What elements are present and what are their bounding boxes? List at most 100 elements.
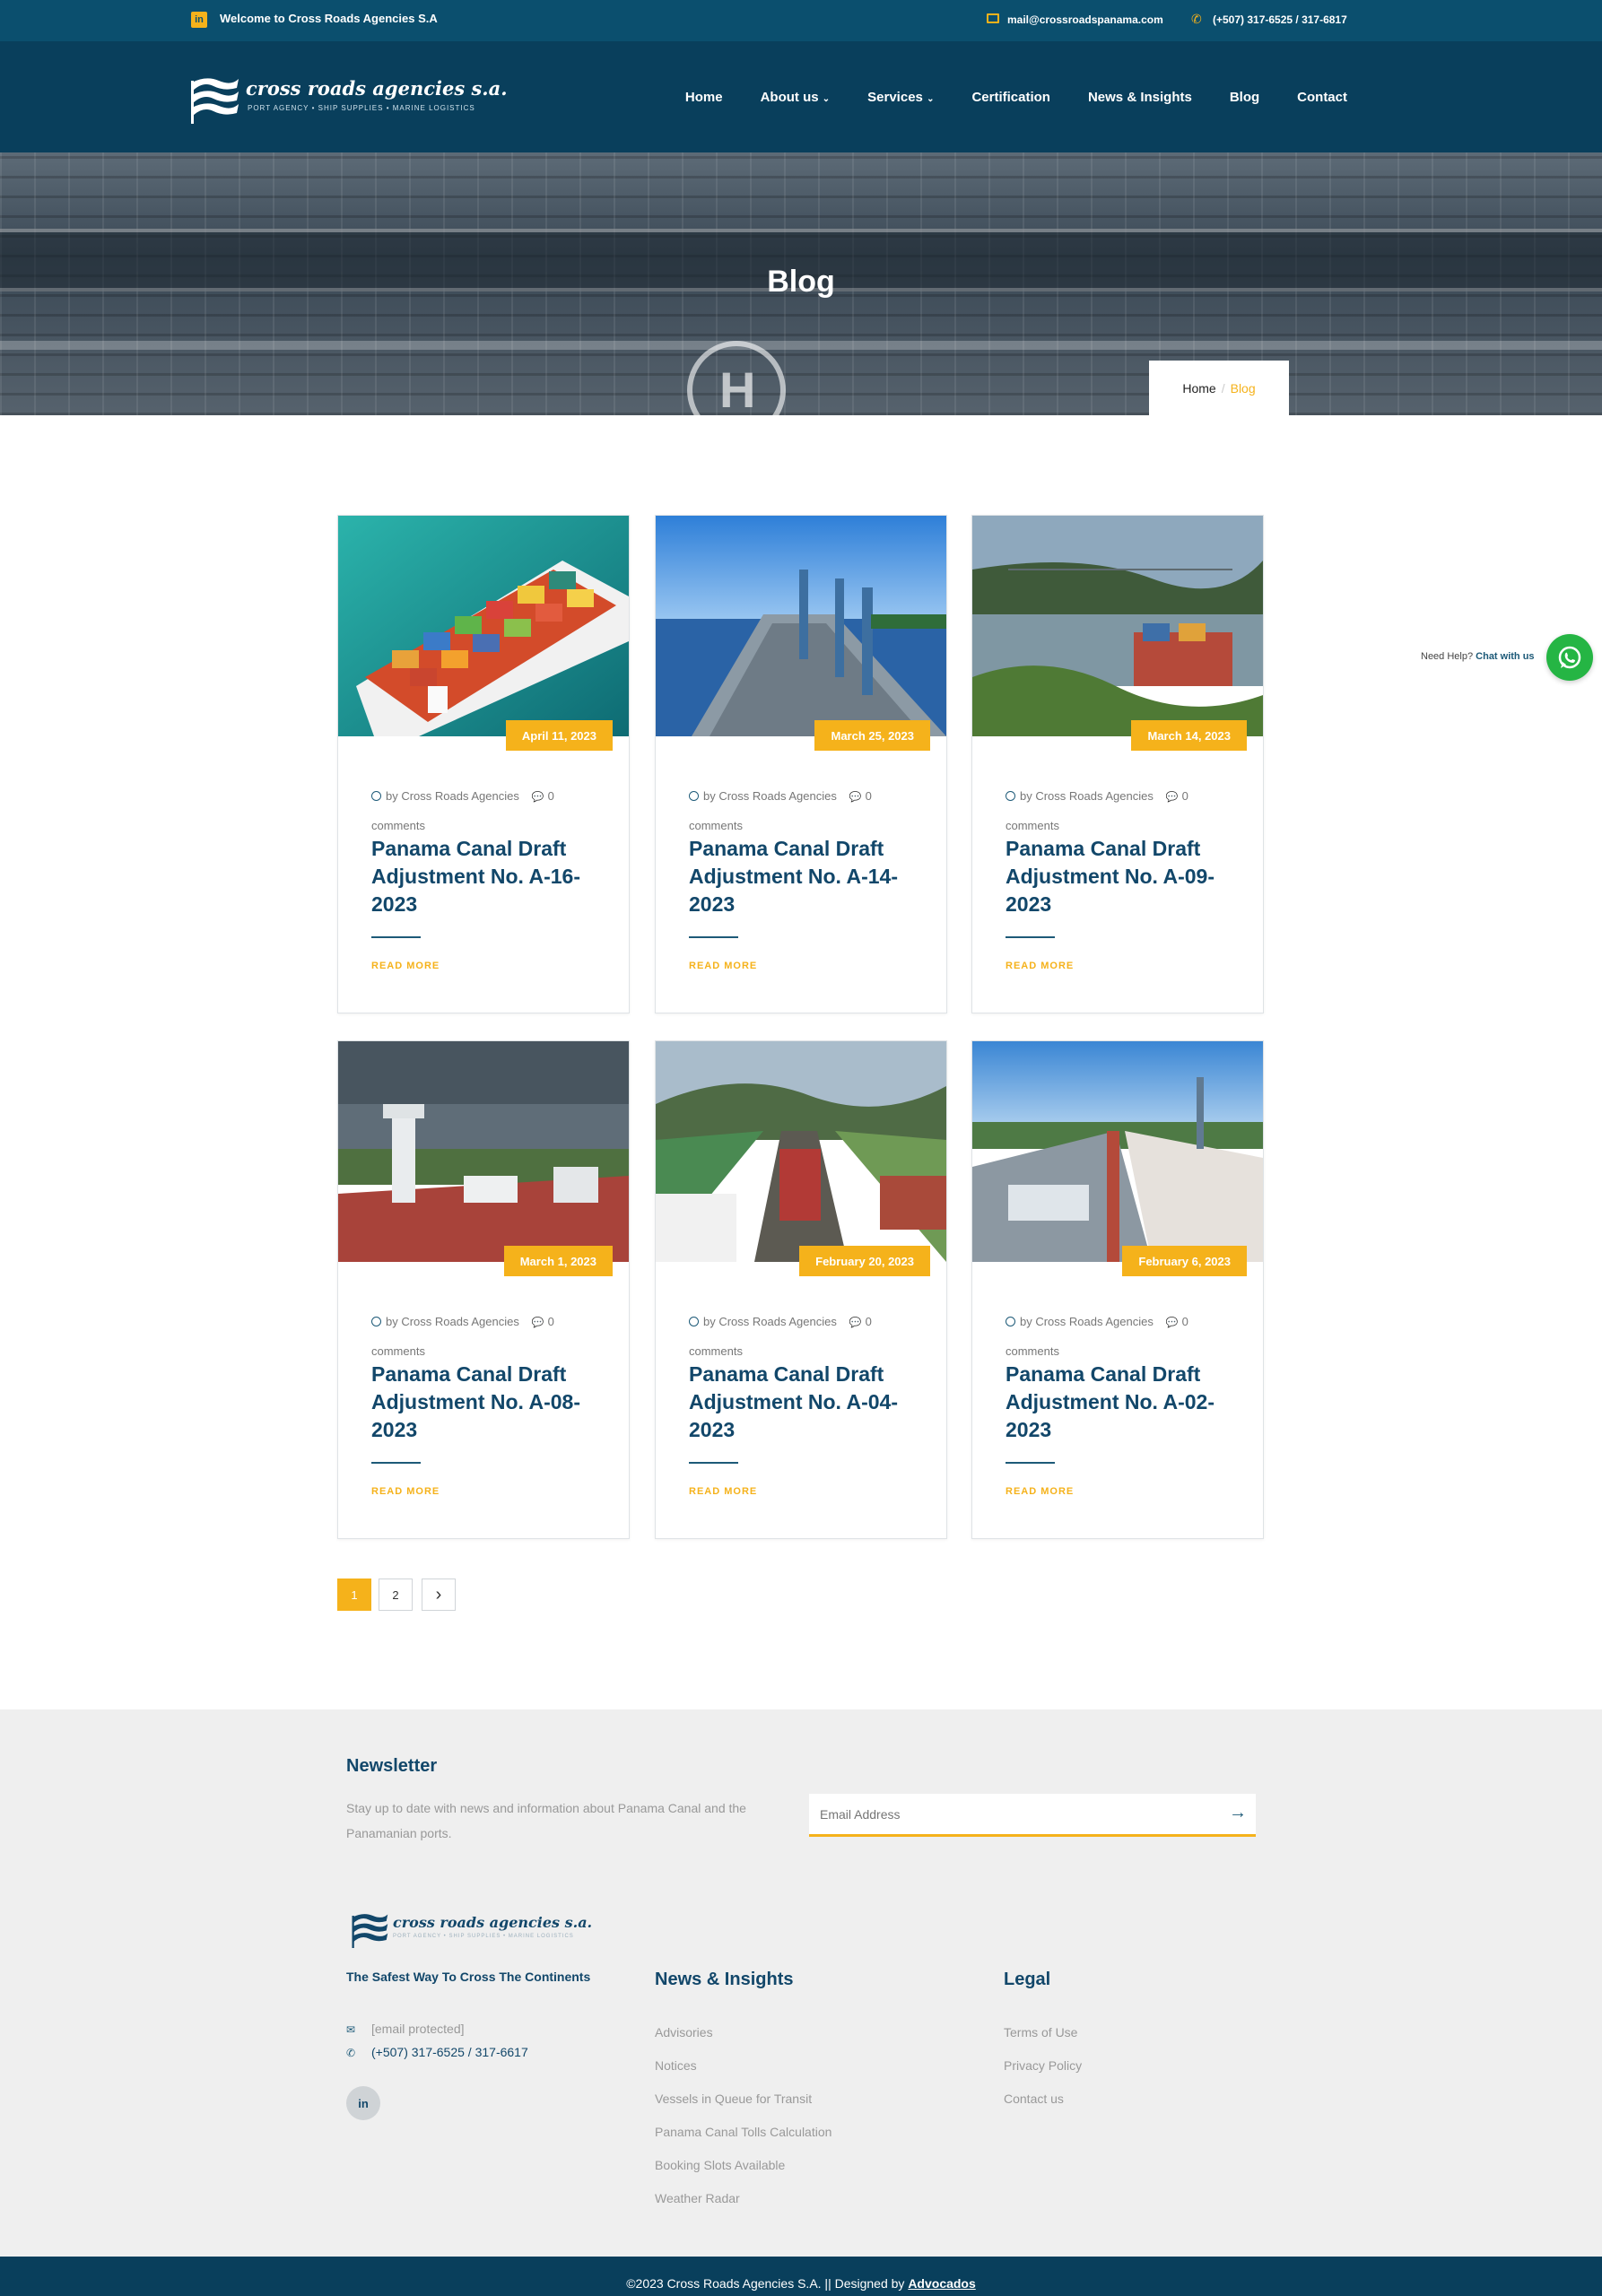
post-comments-label[interactable]: comments: [371, 1344, 425, 1358]
nav-about-us[interactable]: About us ⌄: [761, 90, 831, 105]
footer-link-notices[interactable]: Notices: [655, 2058, 697, 2073]
post-comments-label[interactable]: comments: [1006, 819, 1059, 832]
post-meta: by Cross Roads Agencies 💬 0 comments: [371, 782, 605, 839]
newsletter-title: Newsletter: [346, 1756, 438, 1776]
whatsapp-chat-button[interactable]: [1546, 634, 1593, 681]
post-image[interactable]: [656, 1041, 946, 1262]
nav-blog-label: Blog: [1229, 90, 1260, 105]
post-comments-label[interactable]: comments: [371, 819, 425, 832]
post-comment-count: 0: [865, 1315, 872, 1328]
post-date-badge: March 1, 2023: [503, 1246, 613, 1276]
read-more-link[interactable]: READ MORE: [689, 961, 757, 971]
topbar-email-link[interactable]: mail@crossroadspanama.com: [1007, 13, 1163, 26]
read-more-link[interactable]: READ MORE: [371, 961, 440, 971]
nav-news-insights[interactable]: News & Insights: [1088, 90, 1192, 105]
post-title[interactable]: Panama Canal Draft Adjustment No. A-14-2…: [689, 835, 922, 918]
footer-link-terms[interactable]: Terms of Use: [1004, 2025, 1077, 2039]
post-comments-label[interactable]: comments: [689, 1344, 743, 1358]
post-title[interactable]: Panama Canal Draft Adjustment No. A-08-2…: [371, 1361, 605, 1444]
nav-home[interactable]: Home: [685, 90, 723, 105]
read-more-link[interactable]: READ MORE: [1006, 1486, 1074, 1497]
ship-deck-decoration: [0, 341, 1602, 350]
blog-post-card[interactable]: February 20, 2023 by Cross Roads Agencie…: [655, 1040, 947, 1539]
pagination-page-1[interactable]: 1: [337, 1578, 371, 1611]
nav-home-label: Home: [684, 90, 723, 105]
footer-logo-tagline: PORT AGENCY • SHIP SUPPLIES • MARINE LOG…: [393, 1934, 574, 1939]
footer-link-privacy[interactable]: Privacy Policy: [1004, 2058, 1082, 2073]
footer-link-tolls[interactable]: Panama Canal Tolls Calculation: [655, 2125, 831, 2139]
post-title[interactable]: Panama Canal Draft Adjustment No. A-09-2…: [1006, 835, 1239, 918]
post-image[interactable]: [972, 516, 1263, 736]
user-icon: [371, 791, 381, 801]
post-author[interactable]: by Cross Roads Agencies: [703, 789, 837, 803]
mail-icon: ✉: [346, 2023, 356, 2036]
nav-certification-label: Certification: [971, 90, 1050, 105]
footer-link-advisories[interactable]: Advisories: [655, 2025, 713, 2039]
blog-post-card[interactable]: February 6, 2023 by Cross Roads Agencies…: [971, 1040, 1264, 1539]
nav-contact[interactable]: Contact: [1297, 90, 1347, 105]
blog-post-card[interactable]: March 14, 2023 by Cross Roads Agencies 💬 0…: [971, 515, 1264, 1013]
post-author[interactable]: by Cross Roads Agencies: [386, 1315, 519, 1328]
post-author[interactable]: by Cross Roads Agencies: [1020, 789, 1154, 803]
page-hero: H Blog: [0, 152, 1602, 415]
breadcrumb: Home / Blog: [1149, 361, 1289, 415]
footer-link-weather-radar[interactable]: Weather Radar: [655, 2191, 740, 2205]
post-meta: by Cross Roads Agencies 💬 0 comments: [1006, 782, 1239, 839]
linkedin-icon[interactable]: in: [346, 2086, 380, 2120]
mail-icon: [987, 13, 999, 23]
read-more-link[interactable]: READ MORE: [1006, 961, 1074, 971]
post-date-badge: March 25, 2023: [814, 720, 930, 751]
read-more-link[interactable]: READ MORE: [371, 1486, 440, 1497]
pagination-page-2[interactable]: 2: [379, 1578, 413, 1611]
logo-name: cross roads agencies s.a.: [246, 77, 508, 100]
site-logo[interactable]: cross roads agencies s.a. PORT AGENCY • …: [188, 74, 508, 126]
comments-icon: 💬: [531, 792, 544, 803]
post-comments-label[interactable]: comments: [689, 819, 743, 832]
post-title[interactable]: Panama Canal Draft Adjustment No. A-04-2…: [689, 1361, 922, 1444]
welcome-text: Welcome to Cross Roads Agencies S.A: [220, 12, 438, 25]
chevron-down-icon: ⌄: [927, 94, 935, 104]
footer-logo[interactable]: cross roads agencies s.a. PORT AGENCY • …: [350, 1910, 592, 1950]
footer-link-vessels-queue[interactable]: Vessels in Queue for Transit: [655, 2092, 812, 2106]
post-author[interactable]: by Cross Roads Agencies: [703, 1315, 837, 1328]
post-image[interactable]: [656, 516, 946, 736]
footer-phone[interactable]: ✆ (+507) 317-6525 / 317-6617: [346, 2045, 528, 2059]
post-image[interactable]: [972, 1041, 1263, 1262]
post-title[interactable]: Panama Canal Draft Adjustment No. A-16-2…: [371, 835, 605, 918]
breadcrumb-current: Blog: [1230, 380, 1256, 396]
blog-post-card[interactable]: March 25, 2023 by Cross Roads Agencies 💬 0…: [655, 515, 947, 1013]
comments-icon: 💬: [849, 1318, 862, 1328]
blog-post-card[interactable]: April 11, 2023 by Cross Roads Agencies 💬 0…: [337, 515, 630, 1013]
post-author[interactable]: by Cross Roads Agencies: [386, 789, 519, 803]
breadcrumb-home[interactable]: Home: [1182, 381, 1215, 396]
linkedin-icon[interactable]: in: [191, 12, 207, 28]
post-title[interactable]: Panama Canal Draft Adjustment No. A-02-2…: [1006, 1361, 1239, 1444]
post-comment-count: 0: [1181, 789, 1188, 803]
post-meta: by Cross Roads Agencies 💬 0 comments: [689, 782, 922, 839]
post-comments-label[interactable]: comments: [1006, 1344, 1059, 1358]
newsletter-text: Stay up to date with news and informatio…: [346, 1801, 746, 1840]
blog-post-card[interactable]: March 1, 2023 by Cross Roads Agencies 💬 0 …: [337, 1040, 630, 1539]
designer-link[interactable]: Advocados: [908, 2276, 975, 2291]
post-image[interactable]: [338, 1041, 629, 1262]
post-author[interactable]: by Cross Roads Agencies: [1020, 1315, 1154, 1328]
pagination-next-button[interactable]: ›: [422, 1578, 456, 1611]
topbar-phone[interactable]: (+507) 317-6525 / 317-6817: [1213, 13, 1347, 26]
nav-services[interactable]: Services ⌄: [867, 90, 934, 105]
arrow-right-icon[interactable]: →: [1229, 1803, 1247, 1823]
footer-link-contact[interactable]: Contact us: [1004, 2092, 1064, 2106]
post-image[interactable]: [338, 516, 629, 736]
post-comment-count: 0: [547, 1315, 554, 1328]
nav-certification[interactable]: Certification: [971, 90, 1050, 105]
nav-blog[interactable]: Blog: [1230, 90, 1259, 105]
user-icon: [689, 1317, 699, 1326]
footer-link-booking-slots[interactable]: Booking Slots Available: [655, 2158, 785, 2172]
post-comment-count: 0: [1181, 1315, 1188, 1328]
newsletter-email-input[interactable]: [809, 1794, 1204, 1834]
whatsapp-help-text[interactable]: Need Help? Chat with us: [1421, 651, 1535, 662]
read-more-link[interactable]: READ MORE: [689, 1486, 757, 1497]
post-meta: by Cross Roads Agencies 💬 0 comments: [1006, 1308, 1239, 1365]
post-comment-count: 0: [865, 789, 872, 803]
footer-email[interactable]: ✉ [email protected]: [346, 2022, 465, 2036]
whatsapp-icon: [1558, 646, 1581, 669]
